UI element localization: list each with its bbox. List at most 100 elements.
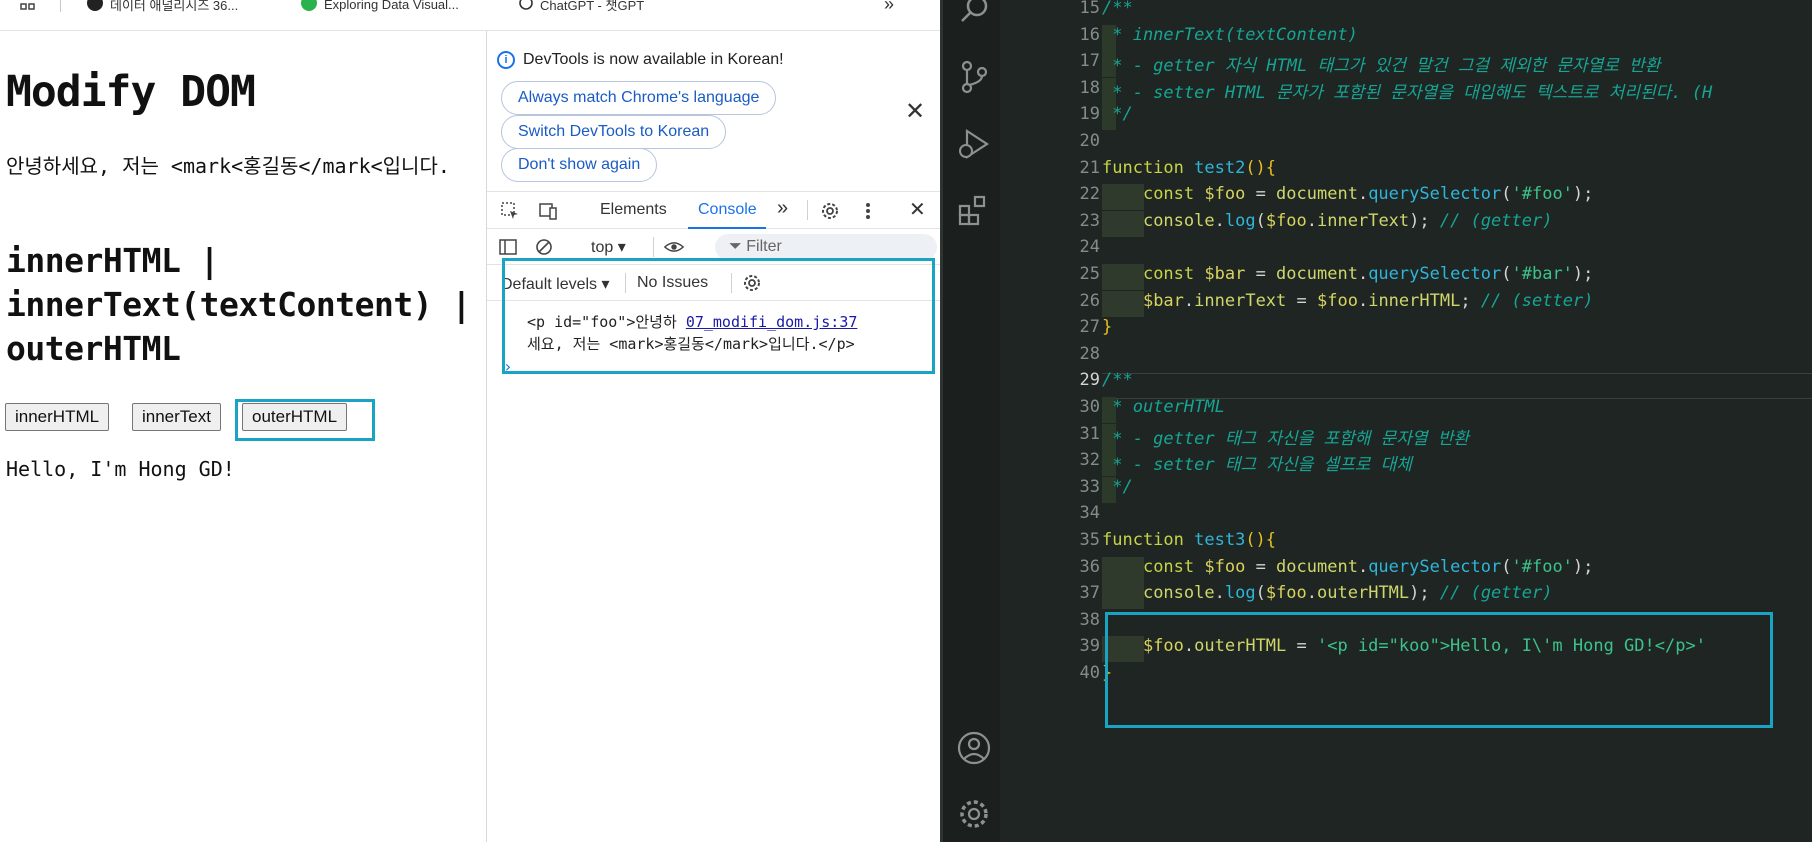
match-language-button[interactable]: Always match Chrome's language <box>501 81 777 115</box>
code-token: * - setter 태그 자신을 셀프로 대체 <box>1102 455 1412 476</box>
code-token: // (getter) <box>1439 583 1553 604</box>
code-token: ); <box>1572 556 1594 577</box>
context-selector[interactable]: top ▾ <box>591 237 626 257</box>
divider <box>653 237 654 257</box>
code-token: ( <box>1501 184 1512 205</box>
code-token: test3 <box>1194 530 1246 550</box>
clear-console-icon[interactable] <box>533 236 555 258</box>
code-token: const <box>1142 264 1205 284</box>
search-icon[interactable] <box>957 0 991 26</box>
highlight-box <box>235 399 375 441</box>
info-icon: i <box>497 51 515 69</box>
line-number: 36 <box>1079 556 1100 577</box>
inspect-element-icon[interactable] <box>499 200 521 222</box>
apps-grid-icon[interactable] <box>20 0 36 14</box>
line-number: 22 <box>1079 184 1100 205</box>
bookmark-item[interactable]: 데이터 애널리시즈 36... <box>86 0 238 14</box>
bookmark-item[interactable]: Exploring Data Visual... <box>300 0 459 14</box>
code-token: $foo <box>1204 556 1246 577</box>
code-token: } <box>1102 317 1113 338</box>
code-token: querySelector <box>1368 556 1502 577</box>
code-line: const $foo = document.querySelector('#fo… <box>1102 184 1593 210</box>
code-token: function <box>1102 157 1195 178</box>
line-number: 27 <box>1079 317 1100 338</box>
bookmark-label: Exploring Data Visual... <box>324 0 459 12</box>
innerhtml-button[interactable]: innerHTML <box>5 403 110 431</box>
code-line: $bar.innerText = $foo.innerHTML; // (set… <box>1102 291 1593 317</box>
account-icon[interactable] <box>957 731 991 765</box>
code-token: . <box>1306 583 1318 604</box>
device-toolbar-icon[interactable] <box>537 200 559 222</box>
code-token: outerHTML <box>1317 583 1410 604</box>
line-number: 20 <box>1079 131 1100 151</box>
line-number: 21 <box>1079 157 1100 178</box>
code-token: log <box>1224 583 1256 604</box>
bookmarks-bar: 데이터 애널리시즈 36... Exploring Data Visual...… <box>0 0 940 31</box>
code-token: = <box>1245 184 1277 205</box>
code-line: const $bar = document.querySelector('#ba… <box>1102 264 1593 290</box>
code-token: * innerText(textContent) <box>1102 24 1358 45</box>
kebab-menu-icon[interactable] <box>857 200 879 222</box>
bookmark-item[interactable]: ChatGPT - 챗GPT <box>518 0 644 14</box>
line-number: 24 <box>1079 237 1100 258</box>
filter-input[interactable]: ⏷ Filter <box>715 234 937 260</box>
sidebar-toggle-icon[interactable] <box>497 236 519 258</box>
code-token: /** <box>1102 0 1133 18</box>
settings-gear-icon[interactable] <box>957 797 991 831</box>
code-token: $bar <box>1204 264 1246 284</box>
close-devtools-icon[interactable]: ✕ <box>909 197 926 222</box>
code-token: '#bar' <box>1511 264 1573 284</box>
line-number: 17 <box>1079 51 1100 72</box>
extensions-icon[interactable] <box>957 193 991 227</box>
code-token: * outerHTML <box>1102 397 1225 417</box>
source-control-icon[interactable] <box>957 60 991 94</box>
code-token: '#foo' <box>1511 184 1573 205</box>
divider <box>807 200 808 220</box>
code-token: . <box>1357 264 1369 284</box>
code-line: console.log($foo.outerHTML); // (getter) <box>1102 583 1553 609</box>
line-number: 32 <box>1079 450 1100 471</box>
code-token: '#foo' <box>1511 556 1573 577</box>
tab-console[interactable]: Console <box>698 201 757 219</box>
line-number: 26 <box>1079 290 1100 311</box>
more-bookmarks-icon[interactable]: » <box>884 0 894 14</box>
code-token: */ <box>1102 104 1133 125</box>
bookmark-label: ChatGPT - 챗GPT <box>540 0 645 13</box>
code-token: function <box>1102 530 1195 550</box>
close-icon[interactable]: ✕ <box>905 97 925 125</box>
innertext-button[interactable]: innerText <box>132 403 221 431</box>
line-number: 39 <box>1079 636 1100 657</box>
line-number: 28 <box>1079 343 1100 364</box>
code-token: ( <box>1255 210 1266 231</box>
activity-bar <box>940 0 1000 842</box>
switch-korean-button[interactable]: Switch DevTools to Korean <box>501 115 727 149</box>
github-icon <box>86 0 104 15</box>
code-token: /** <box>1102 370 1133 391</box>
code-line: console.log($foo.innerText); // (getter) <box>1102 210 1553 237</box>
code-token: (){ <box>1245 530 1277 550</box>
settings-gear-icon[interactable] <box>819 200 841 222</box>
code-token: */ <box>1102 476 1133 497</box>
eye-icon[interactable] <box>663 236 685 258</box>
code-token: ; <box>1460 290 1481 311</box>
code-token: document <box>1276 556 1358 577</box>
code-token: $bar <box>1142 290 1184 311</box>
code-token: ( <box>1501 264 1512 284</box>
code-line: * - setter 태그 자신을 셀프로 대체 <box>1102 450 1412 476</box>
run-debug-icon[interactable] <box>957 127 991 161</box>
code-token: document <box>1276 184 1358 205</box>
tab-elements[interactable]: Elements <box>600 201 667 219</box>
code-line: * - getter 자식 HTML 태그가 있건 말건 그걸 제외한 문자열로… <box>1102 51 1660 77</box>
code-token: . <box>1183 290 1195 311</box>
code-line: */ <box>1102 476 1133 503</box>
current-line-highlight <box>1102 373 1812 399</box>
code-token: innerText <box>1194 290 1287 311</box>
dont-show-again-button[interactable]: Don't show again <box>501 148 658 182</box>
code-token: ); <box>1409 210 1440 231</box>
section-heading: innerHTML | innerText(textContent) | out… <box>6 241 471 368</box>
rendered-page: Modify DOM 안녕하세요, 저는 <mark<홍길동</mark<입니다… <box>0 31 486 842</box>
more-tabs-icon[interactable]: » <box>777 197 788 220</box>
notice-text: DevTools is now available in Korean! <box>523 51 784 68</box>
